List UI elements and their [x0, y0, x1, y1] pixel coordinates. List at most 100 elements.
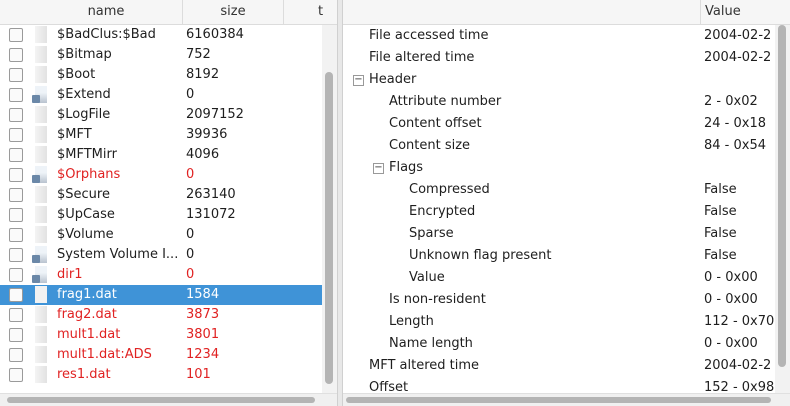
- file-name: $Bitmap: [57, 47, 112, 62]
- row-checkbox[interactable]: [9, 148, 23, 162]
- property-label: Is non-resident: [389, 292, 486, 307]
- file-list-header: name size t: [0, 0, 337, 25]
- row-checkbox[interactable]: [9, 188, 23, 202]
- property-label: Value: [409, 270, 445, 285]
- file-size: 101: [186, 367, 211, 382]
- file-size: 0: [186, 167, 195, 182]
- property-row[interactable]: − Flags: [343, 157, 775, 179]
- file-row[interactable]: $LogFile 2097152: [0, 105, 322, 125]
- file-name: $Volume: [57, 227, 114, 242]
- property-row[interactable]: Name length 0 - 0x00: [343, 333, 775, 355]
- file-row[interactable]: $Boot 8192: [0, 65, 322, 85]
- row-checkbox[interactable]: [9, 368, 23, 382]
- file-row[interactable]: System Volume I... 0: [0, 245, 322, 265]
- column-header-property[interactable]: [343, 0, 701, 24]
- collapse-icon[interactable]: −: [373, 163, 384, 174]
- property-row[interactable]: File altered time 2004-02-2: [343, 47, 775, 69]
- file-name: res1.dat: [57, 367, 111, 382]
- property-row[interactable]: Sparse False: [343, 223, 775, 245]
- properties-vertical-scrollbar[interactable]: [775, 25, 790, 393]
- file-row[interactable]: $Orphans 0: [0, 165, 322, 185]
- file-row[interactable]: frag1.dat 1584: [0, 285, 322, 305]
- property-label: Sparse: [409, 226, 454, 241]
- scrollbar-thumb[interactable]: [346, 397, 771, 403]
- row-checkbox[interactable]: [9, 288, 23, 302]
- row-checkbox[interactable]: [9, 128, 23, 142]
- row-checkbox[interactable]: [9, 168, 23, 182]
- file-row[interactable]: $Volume 0: [0, 225, 322, 245]
- collapse-icon[interactable]: −: [353, 75, 364, 86]
- property-row[interactable]: Length 112 - 0x70: [343, 311, 775, 333]
- property-row[interactable]: Encrypted False: [343, 201, 775, 223]
- row-checkbox[interactable]: [9, 48, 23, 62]
- property-value: 0 - 0x00: [704, 270, 758, 285]
- property-row[interactable]: − Header: [343, 69, 775, 91]
- property-row[interactable]: MFT altered time 2004-02-2: [343, 355, 775, 377]
- property-row[interactable]: Unknown flag present False: [343, 245, 775, 267]
- file-row[interactable]: $BadClus:$Bad 6160384: [0, 25, 322, 45]
- file-size: 752: [186, 47, 211, 62]
- property-value: 2004-02-2: [704, 358, 772, 373]
- property-value: 0 - 0x00: [704, 292, 758, 307]
- property-value: False: [704, 182, 737, 197]
- row-checkbox[interactable]: [9, 88, 23, 102]
- column-header-type[interactable]: t: [284, 0, 324, 24]
- properties-tree: File accessed time 2004-02-2 File altered …: [343, 25, 775, 399]
- file-icon: [35, 346, 47, 363]
- property-label: Length: [389, 314, 434, 329]
- property-row[interactable]: Attribute number 2 - 0x02: [343, 91, 775, 113]
- column-header-name[interactable]: name: [30, 0, 183, 24]
- file-row[interactable]: res1.dat 101: [0, 365, 322, 385]
- file-row[interactable]: $Secure 263140: [0, 185, 322, 205]
- file-row[interactable]: $Bitmap 752: [0, 45, 322, 65]
- row-checkbox[interactable]: [9, 108, 23, 122]
- file-name: $BadClus:$Bad: [57, 27, 156, 42]
- row-checkbox[interactable]: [9, 208, 23, 222]
- file-row[interactable]: $MFT 39936: [0, 125, 322, 145]
- property-row[interactable]: Content size 84 - 0x54: [343, 135, 775, 157]
- scrollbar-thumb[interactable]: [778, 25, 786, 367]
- column-header-value[interactable]: Value: [705, 0, 741, 24]
- property-label: Compressed: [409, 182, 490, 197]
- row-checkbox[interactable]: [9, 268, 23, 282]
- file-icon: [35, 126, 47, 143]
- column-header-size[interactable]: size: [183, 0, 284, 24]
- file-row[interactable]: mult1.dat:ADS 1234: [0, 345, 322, 365]
- properties-horizontal-scrollbar[interactable]: [343, 393, 790, 406]
- row-checkbox[interactable]: [9, 348, 23, 362]
- file-row[interactable]: dir1 0: [0, 265, 322, 285]
- row-checkbox[interactable]: [9, 68, 23, 82]
- file-name: $MFTMirr: [57, 147, 117, 162]
- property-value: False: [704, 226, 737, 241]
- row-checkbox[interactable]: [9, 308, 23, 322]
- property-row[interactable]: Is non-resident 0 - 0x00: [343, 289, 775, 311]
- file-row[interactable]: $Extend 0: [0, 85, 322, 105]
- file-list-horizontal-scrollbar[interactable]: [0, 393, 337, 406]
- file-row[interactable]: $UpCase 131072: [0, 205, 322, 225]
- row-checkbox[interactable]: [9, 248, 23, 262]
- file-list-vertical-scrollbar[interactable]: [322, 25, 337, 393]
- property-value: 2004-02-2: [704, 28, 772, 43]
- file-row[interactable]: mult1.dat 3801: [0, 325, 322, 345]
- property-row[interactable]: File accessed time 2004-02-2: [343, 25, 775, 47]
- property-row[interactable]: Value 0 - 0x00: [343, 267, 775, 289]
- property-row[interactable]: Compressed False: [343, 179, 775, 201]
- properties-pane: Value File accessed time 2004-02-2 File al…: [343, 0, 790, 406]
- file-name: mult1.dat: [57, 327, 121, 342]
- file-icon: [35, 306, 47, 323]
- file-icon: [35, 286, 47, 303]
- row-checkbox[interactable]: [9, 228, 23, 242]
- file-icon: [35, 206, 47, 223]
- file-name: $LogFile: [57, 107, 111, 122]
- file-name: frag1.dat: [57, 287, 117, 302]
- file-list-pane: name size t $BadClus:$Bad 6160384 $Bitmap 7…: [0, 0, 337, 406]
- scrollbar-thumb[interactable]: [7, 397, 315, 403]
- file-size: 4096: [186, 147, 220, 162]
- row-checkbox[interactable]: [9, 28, 23, 42]
- row-checkbox[interactable]: [9, 328, 23, 342]
- property-row[interactable]: Content offset 24 - 0x18: [343, 113, 775, 135]
- scrollbar-thumb[interactable]: [325, 72, 333, 384]
- property-label: Name length: [389, 336, 473, 351]
- file-row[interactable]: frag2.dat 3873: [0, 305, 322, 325]
- file-row[interactable]: $MFTMirr 4096: [0, 145, 322, 165]
